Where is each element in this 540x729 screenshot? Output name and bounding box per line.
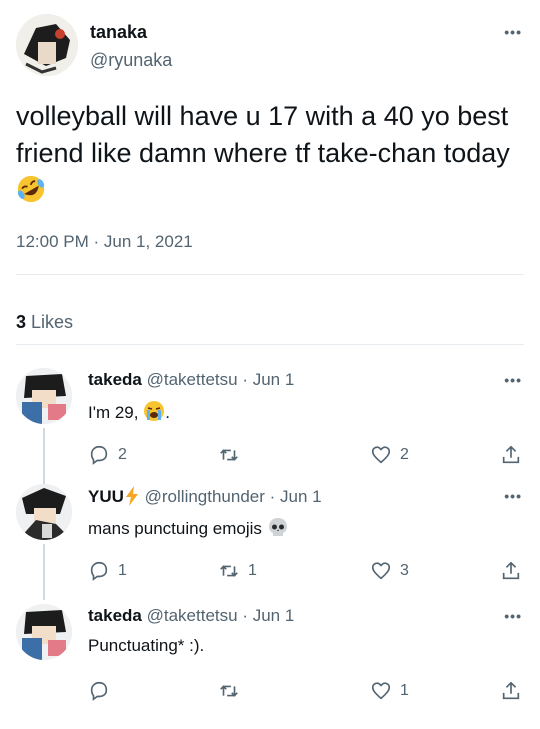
- divider: [16, 274, 524, 275]
- reply-button[interactable]: 1: [88, 560, 127, 582]
- reply-actions: 2 2: [88, 444, 524, 472]
- tweet-text: volleyball will have u 17 with a 40 yo b…: [16, 98, 516, 209]
- author-name[interactable]: tanaka: [90, 22, 147, 43]
- retweet-button[interactable]: 1: [218, 560, 257, 582]
- author-handle[interactable]: @ryunaka: [90, 50, 172, 71]
- retweet-icon: [220, 685, 238, 697]
- reply-icon: [90, 681, 108, 701]
- heart-icon: [371, 682, 391, 700]
- likes-count-link[interactable]: 3 Likes: [16, 312, 73, 333]
- likes-label: Likes: [31, 312, 74, 332]
- share-button[interactable]: [500, 680, 522, 702]
- skull-emoji: [268, 518, 287, 536]
- reply-count: 1: [118, 562, 127, 579]
- reply-text: I'm 29, .: [88, 400, 170, 423]
- avatar[interactable]: [16, 604, 72, 660]
- reply-date[interactable]: · Jun 1: [270, 487, 322, 506]
- avatar[interactable]: [16, 484, 72, 540]
- reply-author-name[interactable]: takeda: [88, 606, 142, 625]
- divider: [16, 344, 524, 345]
- reply-count: 2: [118, 446, 127, 463]
- heart-icon: [371, 562, 391, 580]
- reply-text-body: I'm 29,: [88, 403, 144, 422]
- more-options-icon[interactable]: •••: [504, 608, 522, 624]
- reply-date[interactable]: · Jun 1: [242, 606, 294, 625]
- more-options-icon[interactable]: •••: [504, 488, 522, 504]
- share-icon: [502, 445, 520, 464]
- reply-header: takeda @takettetsu · Jun 1: [88, 370, 294, 390]
- reply-author-name[interactable]: takeda: [88, 370, 142, 389]
- likes-count: 3: [16, 312, 27, 332]
- reply-tweet: YUU @rollingthunder · Jun 1 ••• mans pun…: [16, 484, 526, 600]
- reply-actions: 1 1 3: [88, 560, 524, 588]
- reply-author-handle[interactable]: @rollingthunder: [145, 487, 265, 506]
- reply-tweet: takeda @takettetsu · Jun 1 ••• I'm 29, .…: [16, 368, 526, 484]
- loudly-crying-emoji: [144, 401, 165, 421]
- reply-text: Punctuating* :).: [88, 636, 205, 655]
- reply-actions: 1: [88, 680, 524, 708]
- reply-author-name[interactable]: YUU: [88, 487, 124, 506]
- heart-icon: [371, 446, 391, 464]
- like-count: 2: [400, 446, 409, 463]
- thread-line: [43, 428, 45, 484]
- like-count: 3: [400, 562, 409, 579]
- share-button[interactable]: [500, 560, 522, 582]
- like-button[interactable]: 2: [370, 444, 409, 466]
- more-options-icon[interactable]: •••: [504, 24, 522, 40]
- reply-icon: [90, 445, 108, 465]
- reply-author-handle[interactable]: @takettetsu: [147, 606, 238, 625]
- reply-button[interactable]: 2: [88, 444, 127, 466]
- lightning-emoji: [125, 486, 138, 506]
- reply-icon: [90, 561, 108, 581]
- reply-author-handle[interactable]: @takettetsu: [147, 370, 238, 389]
- reply-button[interactable]: [88, 680, 118, 702]
- retweet-count: 1: [248, 562, 257, 579]
- retweet-icon: [220, 565, 238, 577]
- share-icon: [502, 561, 520, 580]
- reply-header: YUU @rollingthunder · Jun 1: [88, 486, 322, 507]
- like-button[interactable]: 1: [370, 680, 409, 702]
- reply-text-suffix: .: [165, 403, 170, 422]
- reply-header: takeda @takettetsu · Jun 1: [88, 606, 294, 626]
- avatar[interactable]: [16, 368, 72, 424]
- reply-date[interactable]: · Jun 1: [242, 370, 294, 389]
- rolling-on-floor-laughing-emoji: [17, 175, 45, 203]
- reply-text: mans punctuing emojis: [88, 516, 289, 539]
- share-button[interactable]: [500, 444, 522, 466]
- more-options-icon[interactable]: •••: [504, 372, 522, 388]
- tweet-body: volleyball will have u 17 with a 40 yo b…: [16, 101, 510, 168]
- tweet-timestamp[interactable]: 12:00 PM · Jun 1, 2021: [16, 232, 193, 252]
- reply-text-body: mans punctuing emojis: [88, 519, 267, 538]
- avatar[interactable]: [16, 14, 78, 76]
- retweet-icon: [220, 449, 238, 461]
- like-button[interactable]: 3: [370, 560, 409, 582]
- retweet-button[interactable]: [218, 680, 248, 702]
- reply-tweet: takeda @takettetsu · Jun 1 ••• Punctuati…: [16, 604, 526, 714]
- thread-line: [43, 544, 45, 600]
- share-icon: [502, 681, 520, 700]
- like-count: 1: [400, 682, 409, 699]
- retweet-button[interactable]: [218, 444, 248, 466]
